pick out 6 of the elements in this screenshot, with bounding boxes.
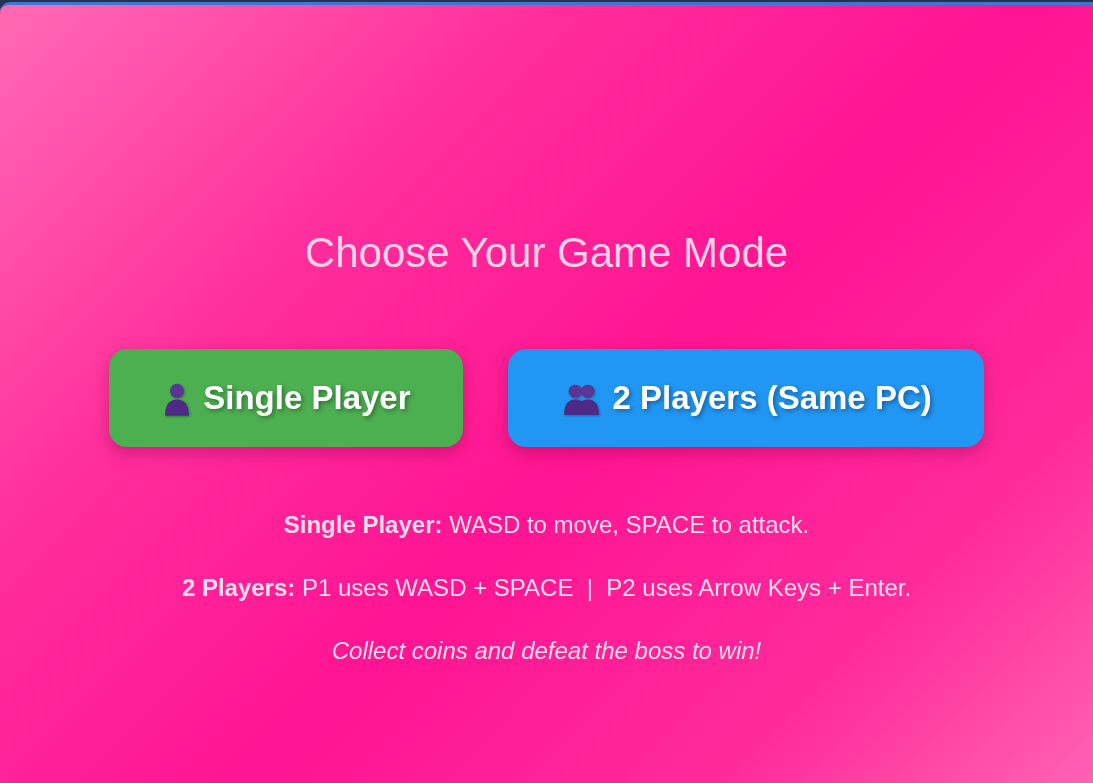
mode-button[interactable]: 2 Players (Same PC) bbox=[507, 349, 984, 447]
page-title: Choose Your Game Mode bbox=[304, 229, 789, 277]
mode-button[interactable]: Single Player bbox=[109, 349, 463, 447]
instruction-text: 2 Players: P1 uses WASD + SPACE | P2 uses Arrow Keys + Enter. bbox=[181, 574, 912, 602]
instruction-text: Single Player: WASD to move, SPACE to attack. bbox=[283, 511, 810, 539]
tip-text: Collect coins and defeat the boss to win! bbox=[331, 637, 762, 665]
